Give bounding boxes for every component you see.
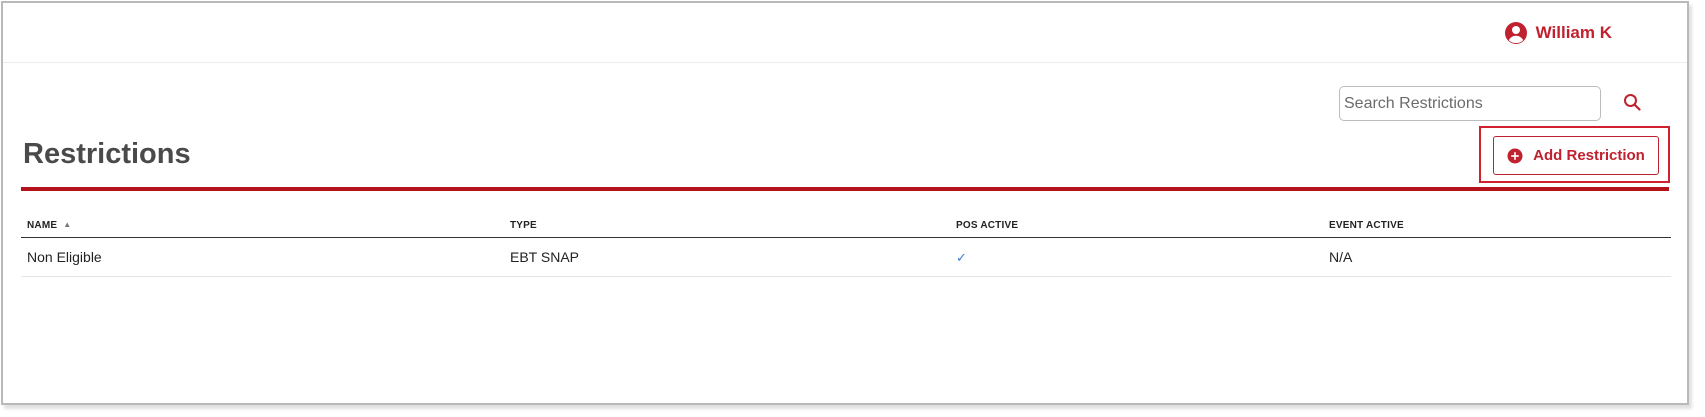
user-menu[interactable]: William K — [1504, 20, 1612, 46]
cell-name[interactable]: Non Eligible — [21, 237, 504, 277]
column-header-type[interactable]: TYPE — [504, 217, 950, 238]
plus-circle-icon — [1507, 148, 1523, 164]
table-row[interactable]: Non Eligible EBT SNAP ✓ N/A — [21, 237, 1671, 277]
cell-event-active: N/A — [1323, 237, 1671, 277]
add-restriction-label: Add Restriction — [1533, 147, 1645, 164]
column-header-name[interactable]: NAME ▲ — [21, 217, 504, 238]
user-circle-icon — [1504, 21, 1528, 45]
app-window: William K Restrictions Add Restriction — [1, 1, 1689, 405]
search-input[interactable] — [1339, 86, 1601, 121]
add-restriction-button[interactable]: Add Restriction — [1493, 136, 1659, 175]
checkmark-icon: ✓ — [956, 249, 967, 265]
search-button[interactable] — [1619, 91, 1645, 117]
search-icon — [1623, 93, 1641, 116]
page-title: Restrictions — [23, 138, 191, 170]
user-name: William K — [1535, 23, 1612, 42]
table-header-row: NAME ▲ TYPE POS ACTIVE EVENT ACTIVE — [21, 217, 1671, 238]
restrictions-table: NAME ▲ TYPE POS ACTIVE EVENT ACTIVE Non E… — [21, 217, 1671, 277]
cell-type: EBT SNAP — [504, 237, 950, 277]
sort-ascending-icon: ▲ — [63, 219, 72, 229]
cell-pos-active: ✓ — [950, 237, 1323, 277]
column-header-pos-active[interactable]: POS ACTIVE — [950, 217, 1323, 238]
column-header-event-active[interactable]: EVENT ACTIVE — [1323, 217, 1671, 238]
top-bar: William K — [3, 3, 1687, 63]
search-box — [1339, 86, 1601, 121]
title-divider — [21, 187, 1669, 191]
